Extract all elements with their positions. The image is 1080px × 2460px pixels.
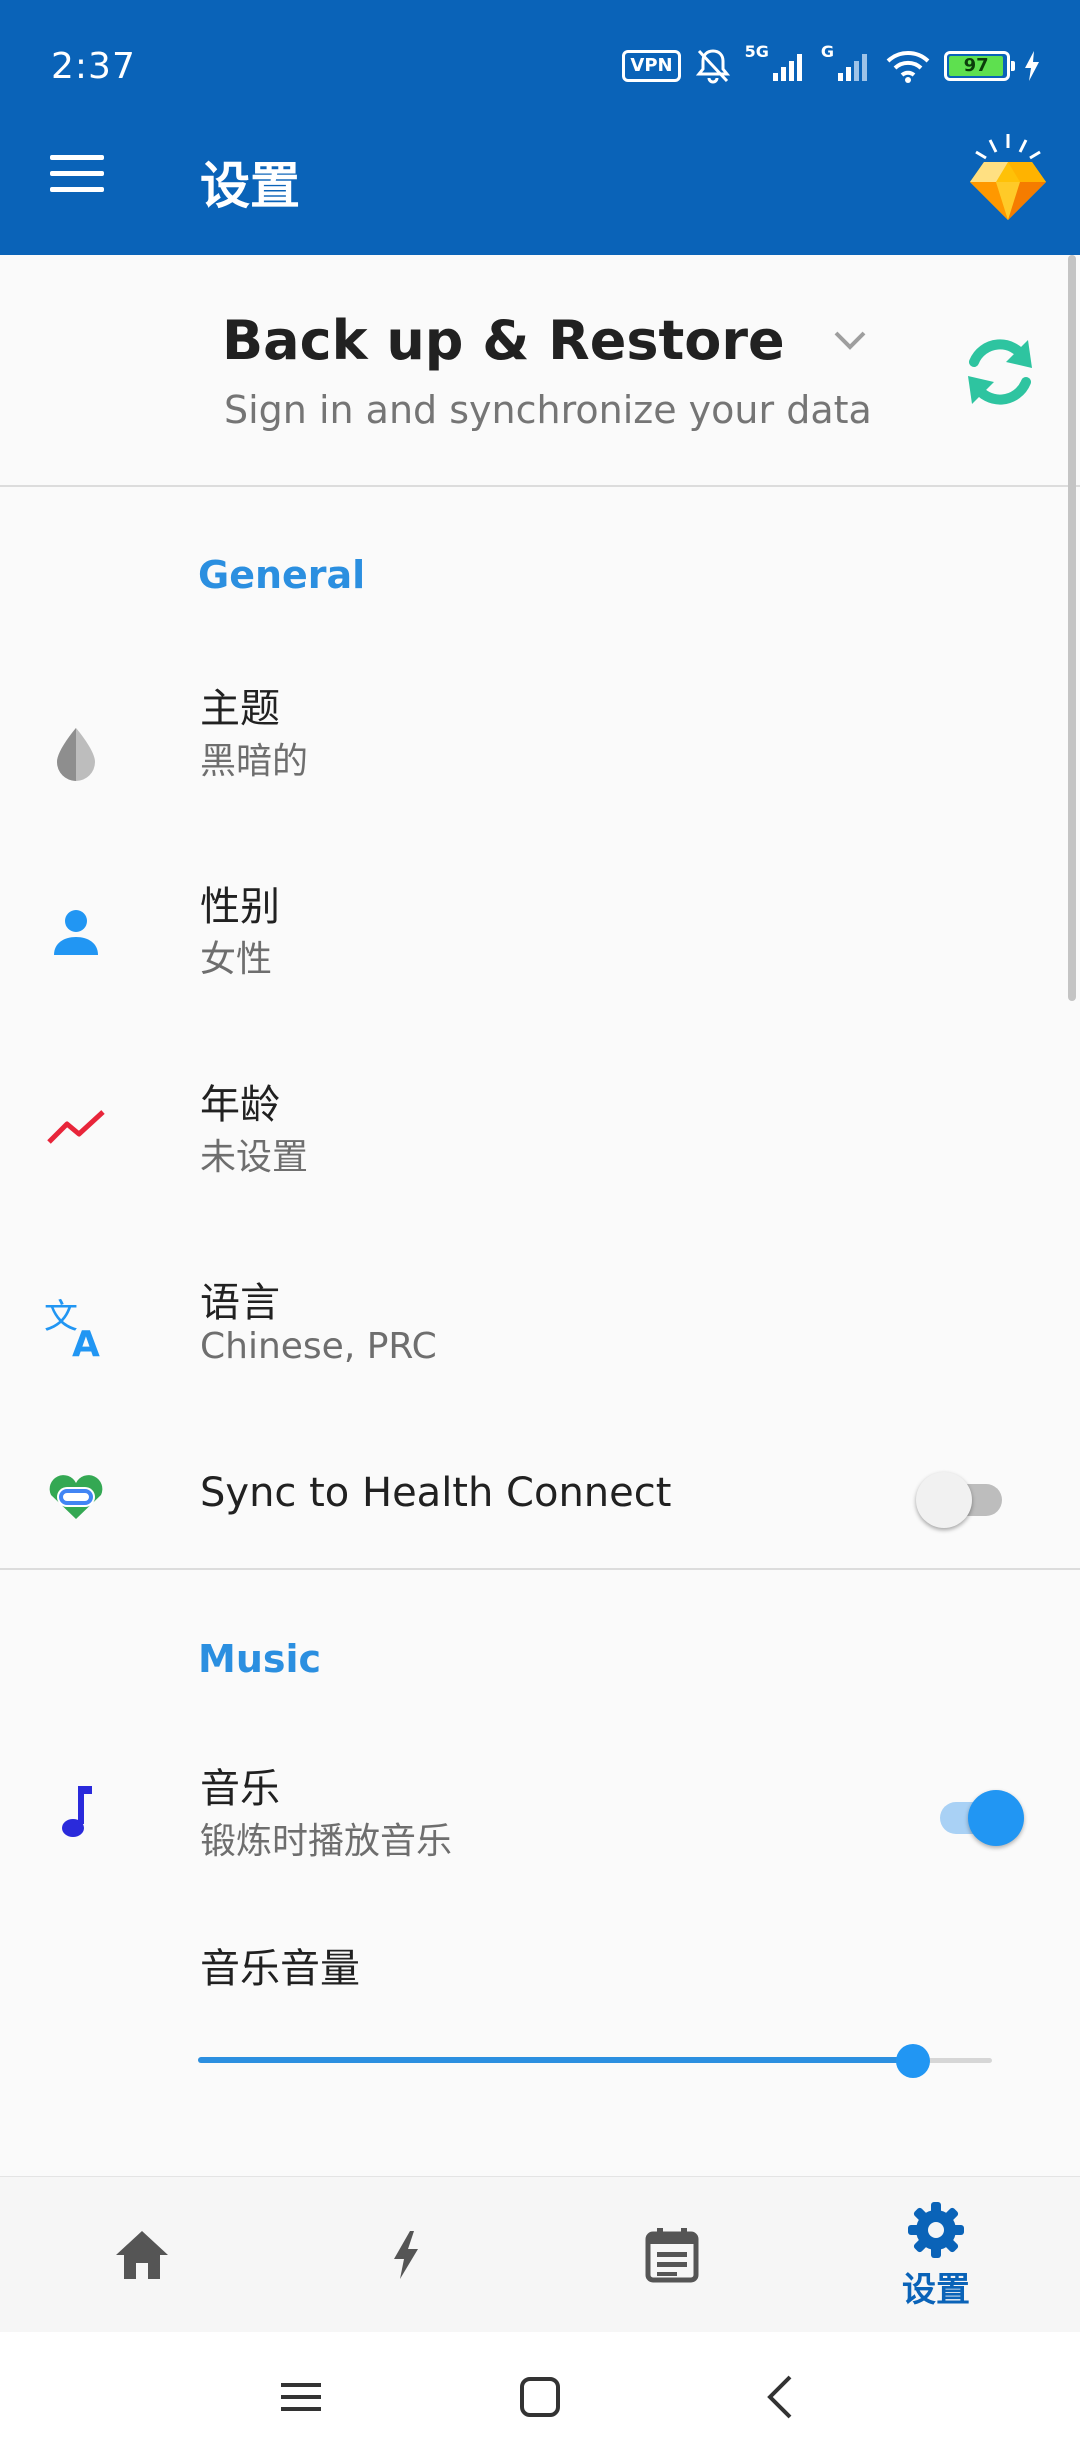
person-icon [44, 900, 108, 964]
battery-level: 97 [949, 56, 1004, 76]
health-connect-toggle[interactable] [916, 1466, 1004, 1528]
music-volume-slider[interactable] [198, 2040, 992, 2080]
setting-row-gender[interactable]: 性别 女性 [0, 860, 1080, 1050]
bottom-navigation: 设置 [0, 2176, 1080, 2332]
backup-subtitle: Sign in and synchronize your data [224, 388, 872, 432]
water-drop-icon [44, 722, 108, 786]
setting-title: 性别 [200, 884, 280, 930]
nav-calendar[interactable] [572, 2177, 772, 2333]
bell-off-icon [695, 49, 730, 84]
network-type-label: 5G [744, 42, 769, 61]
battery-icon: 97 [944, 51, 1015, 81]
setting-title: Sync to Health Connect [200, 1470, 672, 1516]
wifi-icon [886, 51, 930, 83]
section-header-general: General [198, 553, 366, 597]
diamond-icon [970, 134, 1046, 220]
nav-settings[interactable]: 设置 [836, 2177, 1036, 2333]
home-square-icon [520, 2377, 560, 2417]
slider-thumb[interactable] [895, 2044, 930, 2078]
charging-bolt-icon [1025, 51, 1039, 81]
setting-row-language[interactable]: 文 A 语言 Chinese, PRC [0, 1260, 1080, 1450]
toggle-thumb [968, 1790, 1024, 1846]
toggle-thumb [916, 1472, 972, 1528]
translate-icon: 文 A [44, 1294, 108, 1358]
setting-value: 锻炼时播放音乐 [200, 1821, 453, 1862]
setting-row-age[interactable]: 年龄 未设置 [0, 1060, 1080, 1250]
section-divider [0, 1568, 1080, 1570]
setting-row-theme[interactable]: 主题 黑暗的 [0, 660, 1080, 850]
network-type-label-2: G [820, 42, 834, 61]
nav-settings-label: 设置 [902, 2269, 970, 2310]
svg-text:A: A [72, 1324, 100, 1358]
setting-title: 主题 [200, 686, 280, 732]
signal-icon [772, 54, 802, 81]
setting-value: 未设置 [200, 1137, 309, 1178]
sync-icon[interactable] [962, 332, 1038, 412]
menu-button[interactable] [50, 155, 104, 195]
setting-value: 黑暗的 [200, 741, 309, 782]
premium-button[interactable] [966, 132, 1050, 222]
app-bar: 2:37 VPN 5G G 97 设置 [0, 0, 1080, 255]
system-navigation-bar [0, 2332, 1080, 2460]
setting-row-health-connect[interactable]: Sync to Health Connect [0, 1440, 1080, 1560]
chevron-down-icon[interactable] [830, 325, 870, 355]
music-toggle[interactable] [934, 1784, 1024, 1846]
vpn-icon: VPN [622, 50, 681, 82]
home-system-button[interactable] [505, 2362, 575, 2432]
slider-fill [198, 2057, 913, 2063]
back-chevron-icon [767, 2375, 792, 2419]
recent-apps-button[interactable] [266, 2362, 336, 2432]
setting-value: 女性 [200, 939, 273, 980]
gear-icon [908, 2201, 964, 2258]
lightning-icon [394, 2231, 418, 2279]
status-icons: VPN 5G G 97 [622, 42, 1040, 86]
signal-icon-2 [838, 54, 867, 81]
status-time: 2:37 [51, 46, 136, 87]
hamburger-icon [50, 155, 104, 160]
back-button[interactable] [744, 2362, 814, 2432]
trending-line-icon [44, 1094, 108, 1158]
backup-title: Back up & Restore [222, 309, 785, 372]
recent-apps-icon [281, 2383, 321, 2411]
setting-value: Chinese, PRC [200, 1326, 437, 1367]
nav-home[interactable] [42, 2177, 242, 2333]
page-title: 设置 [200, 157, 300, 215]
calendar-icon [645, 2228, 699, 2283]
music-note-icon [44, 1780, 108, 1844]
setting-title: 年龄 [200, 1082, 280, 1128]
nav-workout[interactable] [306, 2177, 506, 2333]
backup-restore-card[interactable]: Back up & Restore Sign in and synchroniz… [0, 255, 1080, 487]
setting-title: 语言 [200, 1280, 280, 1326]
section-header-music: Music [198, 1637, 322, 1681]
music-volume-title: 音乐音量 [200, 1946, 360, 1992]
setting-row-music[interactable]: 音乐 锻炼时播放音乐 [0, 1740, 1080, 1890]
setting-title: 音乐 [200, 1766, 280, 1812]
scrollbar[interactable] [1068, 255, 1076, 1001]
home-icon [116, 2231, 168, 2279]
health-connect-icon [44, 1466, 108, 1530]
